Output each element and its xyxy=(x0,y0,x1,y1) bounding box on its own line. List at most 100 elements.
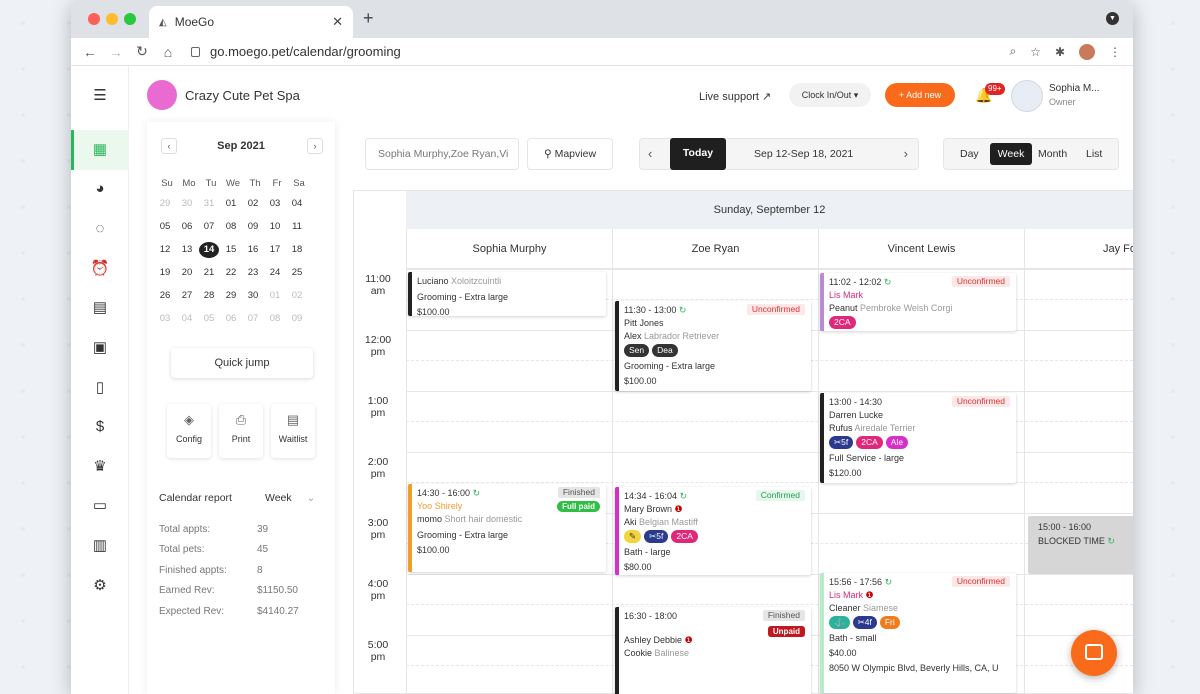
calendar-day[interactable]: 16 xyxy=(243,242,263,258)
calendar-day[interactable]: 10 xyxy=(265,219,285,235)
calendar-day[interactable]: 05 xyxy=(199,311,219,327)
calendar-day[interactable]: 30 xyxy=(243,288,263,304)
date-range-label[interactable]: Sep 12-Sep 18, 2021 xyxy=(754,139,853,169)
appointment-card[interactable]: 16:30 - 18:00 Finished Unpaid Ashley Deb… xyxy=(615,607,811,694)
alarm-clock-icon[interactable]: ⏰ xyxy=(90,259,110,279)
support-chat-button[interactable] xyxy=(1071,630,1117,676)
bookmark-star-icon[interactable]: ☆ xyxy=(1030,45,1041,59)
calendar-day[interactable]: 12 xyxy=(155,242,175,258)
calendar-day[interactable]: 02 xyxy=(243,196,263,212)
live-support-link[interactable]: Live support ↗ xyxy=(699,90,771,103)
calendar-day[interactable]: 03 xyxy=(265,196,285,212)
appointment-card[interactable]: 15:56 - 17:56 ↻ Unconfirmed Lis Mark ❶ C… xyxy=(820,573,1016,693)
blocked-time-card[interactable]: 15:00 - 16:00 BLOCKED TIME ↻ xyxy=(1028,516,1133,574)
forward-icon[interactable]: → xyxy=(103,44,129,60)
next-week-icon[interactable]: › xyxy=(904,139,908,169)
calendar-day[interactable]: 21 xyxy=(199,265,219,281)
maximize-window-button[interactable] xyxy=(124,13,136,25)
clock-in-out-button[interactable]: Clock In/Out ▾ xyxy=(789,83,871,107)
clipboard-icon[interactable]: ▣ xyxy=(90,338,110,358)
url-field[interactable]: go.moego.pet/calendar/grooming xyxy=(191,44,401,59)
next-month-icon[interactable]: › xyxy=(307,138,323,154)
print-button[interactable]: ⎙ Print xyxy=(219,404,263,458)
config-button[interactable]: ◈ Config xyxy=(167,404,211,458)
calendar-day[interactable]: 17 xyxy=(265,242,285,258)
calendar-day[interactable]: 04 xyxy=(287,196,307,212)
browser-tab[interactable]: ◭ MoeGo ✕ xyxy=(149,6,353,38)
calendar-day[interactable]: 04 xyxy=(177,311,197,327)
calendar-day[interactable]: 06 xyxy=(177,219,197,235)
calendar-day[interactable]: 09 xyxy=(243,219,263,235)
user-name[interactable]: Sophia M... xyxy=(1049,83,1100,94)
view-day-button[interactable]: Day xyxy=(960,139,979,169)
chat-icon[interactable]: ◌ xyxy=(90,219,110,239)
quick-jump-button[interactable]: Quick jump xyxy=(171,348,313,378)
view-week-button[interactable]: Week xyxy=(990,143,1032,165)
schedule-icon[interactable]: ▤ xyxy=(90,298,110,318)
calendar-day[interactable]: 14 xyxy=(199,242,219,258)
appointment-card[interactable]: 11:30 - 13:00 ↻ Unconfirmed Pitt Jones A… xyxy=(615,301,811,391)
new-tab-icon[interactable]: + xyxy=(363,8,374,29)
calendar-day[interactable]: 29 xyxy=(221,288,241,304)
extensions-icon[interactable]: ✱ xyxy=(1055,45,1065,59)
dollar-icon[interactable]: $ xyxy=(90,417,110,437)
prev-week-icon[interactable]: ‹ xyxy=(648,139,652,169)
calendar-day[interactable]: 15 xyxy=(221,242,241,258)
calendar-day[interactable]: 05 xyxy=(155,219,175,235)
browser-profile-avatar[interactable] xyxy=(1079,43,1095,60)
staff-filter-select[interactable]: Sophia Murphy,Zoe Ryan,Vi xyxy=(365,138,519,170)
tab-search-icon[interactable]: ▼ xyxy=(1106,12,1119,25)
home-icon[interactable]: ⌂ xyxy=(155,44,181,60)
close-tab-icon[interactable]: ✕ xyxy=(332,14,343,30)
today-button[interactable]: Today xyxy=(670,138,726,170)
calendar-day[interactable]: 29 xyxy=(155,196,175,212)
user-avatar[interactable] xyxy=(1011,80,1043,112)
calendar-day[interactable]: 27 xyxy=(177,288,197,304)
calendar-day[interactable]: 19 xyxy=(155,265,175,281)
business-name[interactable]: Crazy Cute Pet Spa xyxy=(185,88,300,103)
calendar-day[interactable]: 09 xyxy=(287,311,307,327)
mapview-button[interactable]: ⚲ Mapview xyxy=(527,138,613,170)
calendar-day[interactable]: 02 xyxy=(287,288,307,304)
calendar-day[interactable]: 11 xyxy=(287,219,307,235)
add-new-button[interactable]: + Add new xyxy=(885,83,955,107)
calendar-icon[interactable]: ▦ xyxy=(90,140,110,160)
reload-icon[interactable]: ↻ xyxy=(129,43,155,60)
calendar-day[interactable]: 24 xyxy=(265,265,285,281)
calendar-day[interactable]: 13 xyxy=(177,242,197,258)
calendar-day[interactable]: 20 xyxy=(177,265,197,281)
waitlist-button[interactable]: ▤ Waitlist xyxy=(271,404,315,458)
crown-icon[interactable]: ♛ xyxy=(90,457,110,477)
calendar-day[interactable]: 08 xyxy=(221,219,241,235)
view-month-button[interactable]: Month xyxy=(1038,139,1067,169)
storefront-icon[interactable]: ▭ xyxy=(90,496,110,516)
calendar-day[interactable]: 22 xyxy=(221,265,241,281)
view-list-button[interactable]: List xyxy=(1086,139,1102,169)
report-period-select[interactable]: Week ⌄ xyxy=(265,492,315,504)
appointment-card[interactable]: 11:02 - 12:02 ↻ Unconfirmed Lis Mark Pea… xyxy=(820,273,1016,331)
menu-icon[interactable]: ☰ xyxy=(90,86,110,106)
calendar-day[interactable]: 01 xyxy=(221,196,241,212)
calendar-day[interactable]: 03 xyxy=(155,311,175,327)
business-logo[interactable] xyxy=(147,80,177,110)
document-icon[interactable]: ▯ xyxy=(90,378,110,398)
calendar-day[interactable]: 06 xyxy=(221,311,241,327)
minimize-window-button[interactable] xyxy=(106,13,118,25)
calendar-day[interactable]: 26 xyxy=(155,288,175,304)
calendar-day[interactable]: 07 xyxy=(199,219,219,235)
calendar-day[interactable]: 08 xyxy=(265,311,285,327)
appointment-card[interactable]: Luciano Xoloitzcuintli Grooming - Extra … xyxy=(408,272,606,316)
calendar-day[interactable]: 28 xyxy=(199,288,219,304)
calendar-day[interactable]: 30 xyxy=(177,196,197,212)
browser-menu-icon[interactable]: ⋮ xyxy=(1109,45,1121,59)
bar-chart-icon[interactable]: ▥ xyxy=(90,536,110,556)
calendar-day[interactable]: 18 xyxy=(287,242,307,258)
pet-icon[interactable]: ◕ xyxy=(90,179,110,199)
close-window-button[interactable] xyxy=(88,13,100,25)
calendar-day[interactable]: 25 xyxy=(287,265,307,281)
appointment-card[interactable]: 13:00 - 14:30 Unconfirmed Darren Lucke R… xyxy=(820,393,1016,483)
calendar-day[interactable]: 31 xyxy=(199,196,219,212)
appointment-card[interactable]: 14:30 - 16:00 ↻ Finished Full paid Yoo S… xyxy=(408,484,606,572)
settings-gear-icon[interactable]: ⚙ xyxy=(90,576,110,596)
calendar-day[interactable]: 07 xyxy=(243,311,263,327)
